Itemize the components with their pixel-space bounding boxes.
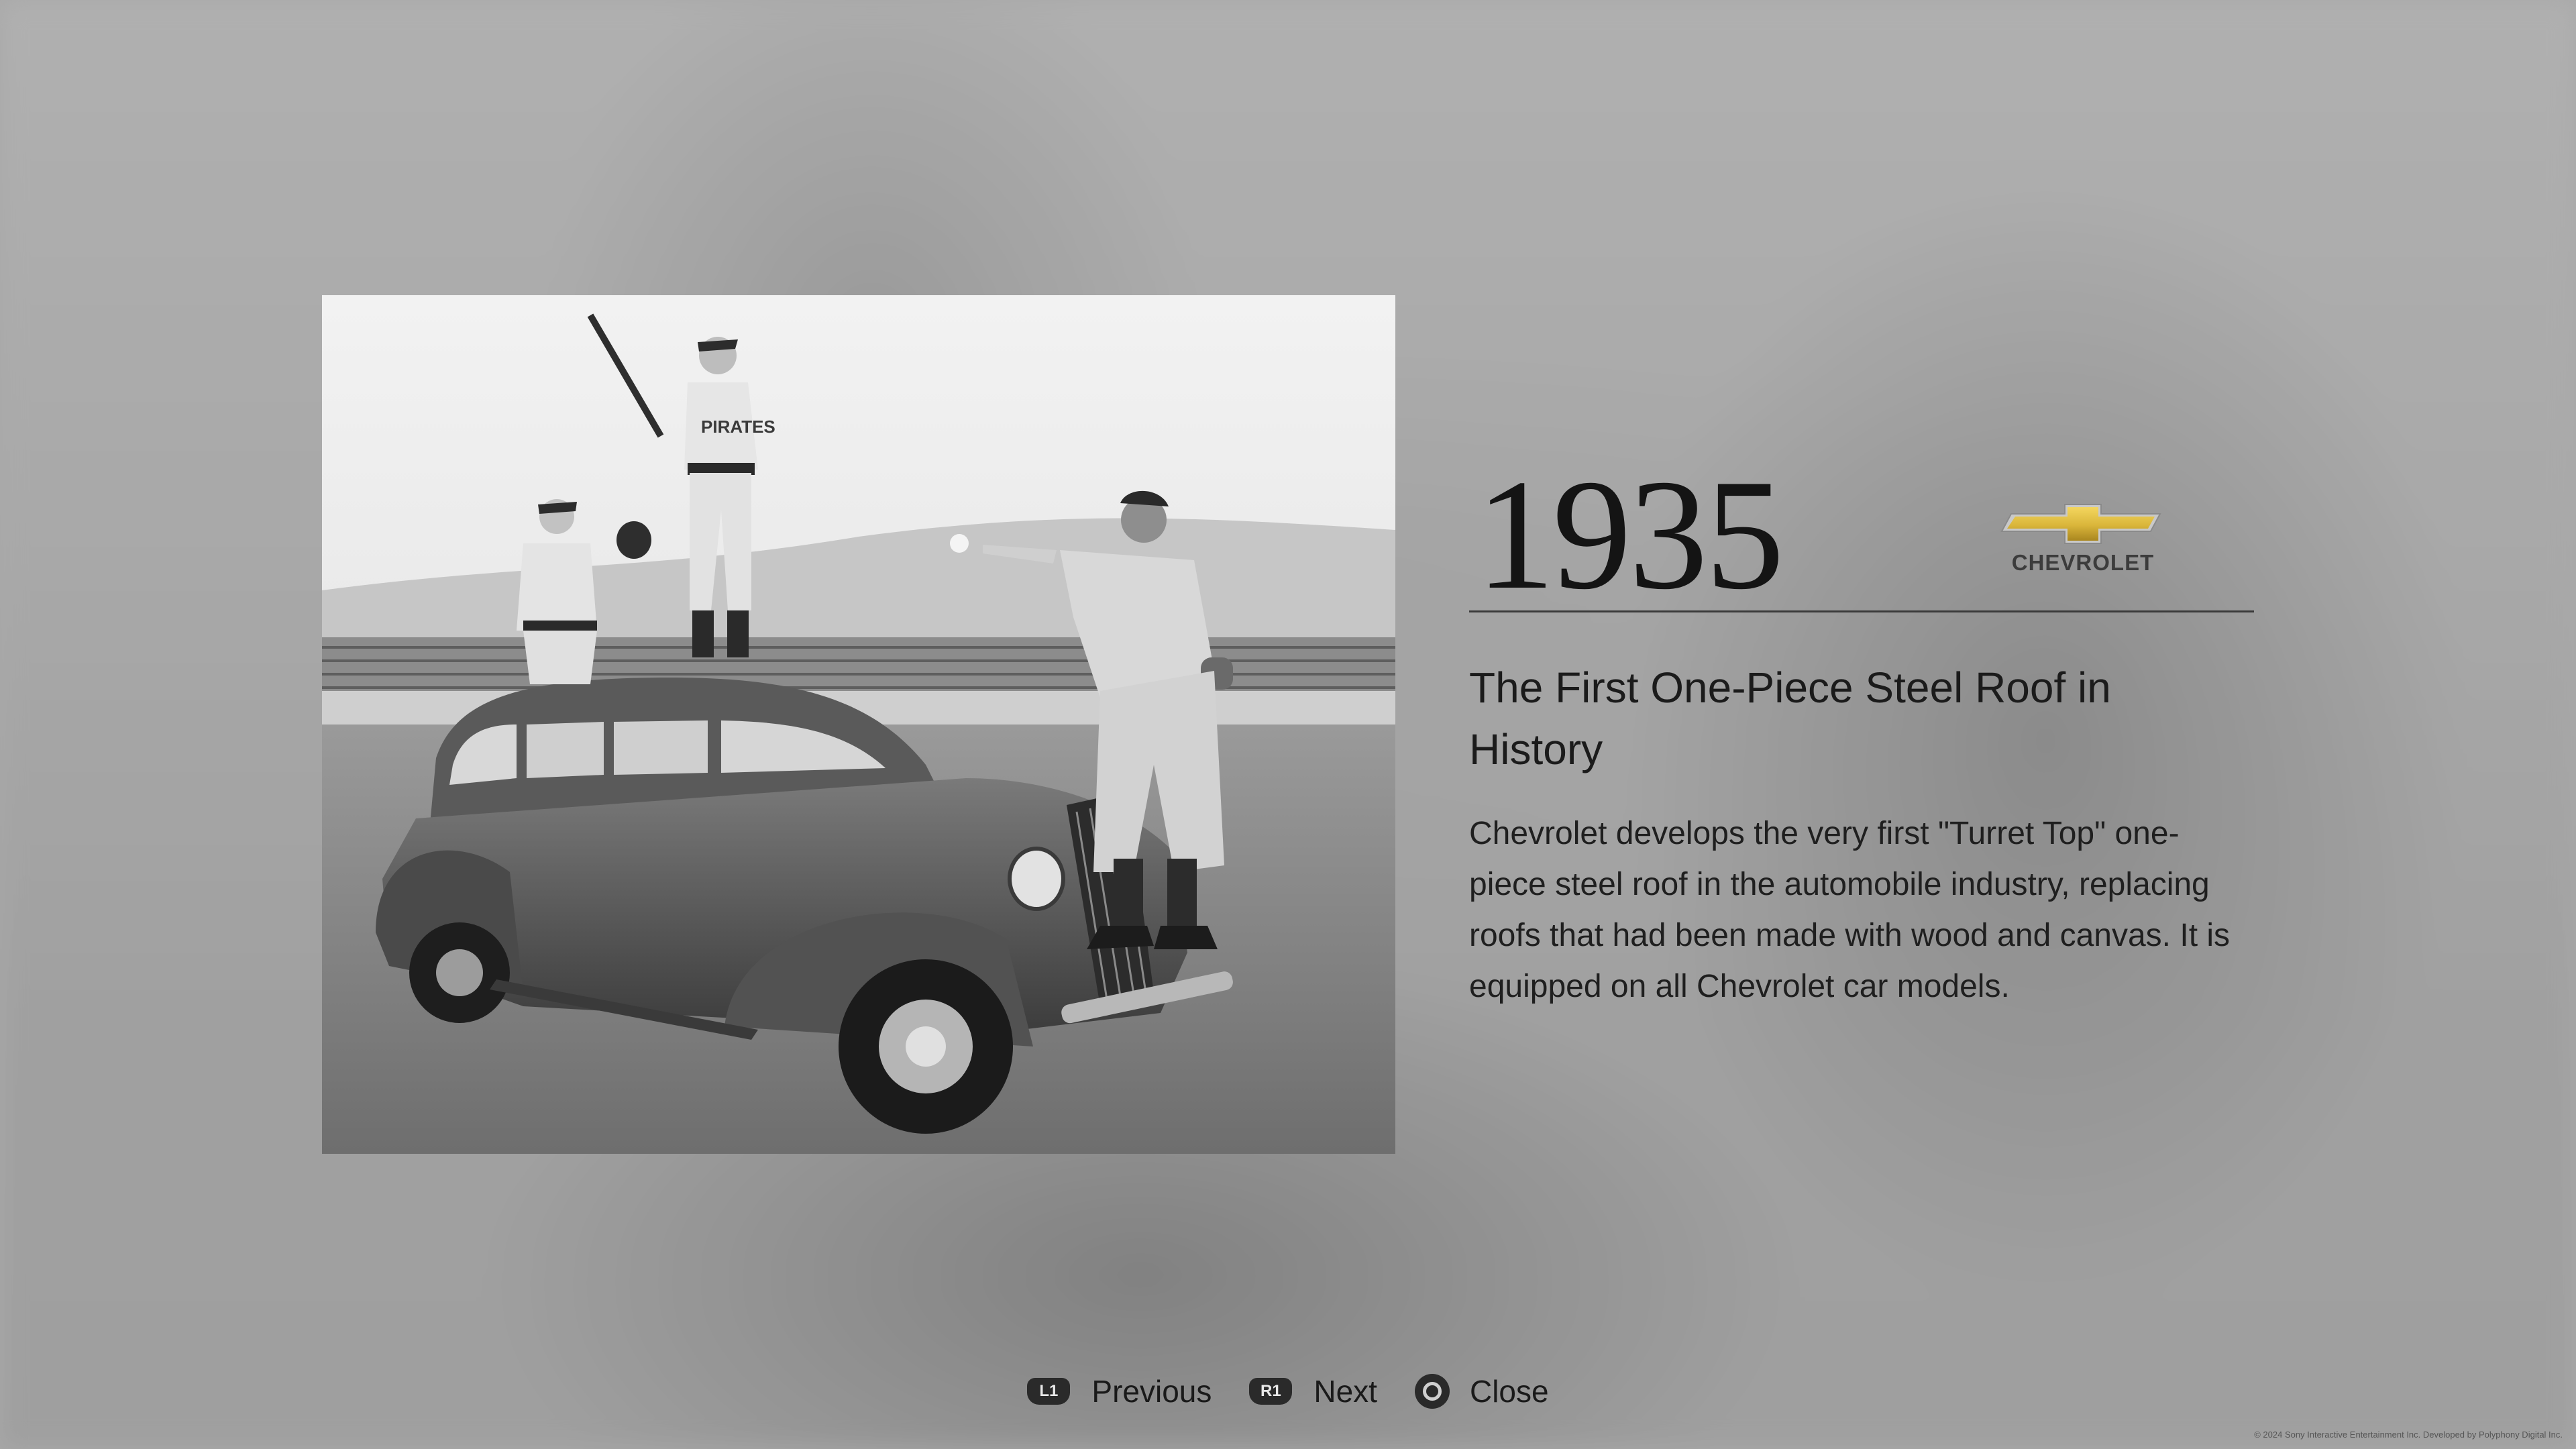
l1-button-icon: L1 — [1027, 1378, 1071, 1405]
info-panel: 1935 CHEVROLET The First One-Piece Steel… — [1469, 456, 2254, 1012]
close-button[interactable]: Close — [1414, 1373, 1549, 1409]
entry-description: Chevrolet develops the very first "Turre… — [1469, 816, 2231, 1004]
brand-name: CHEVROLET — [2011, 550, 2155, 575]
museum-entry-screen: PIRATES 1935 CHEVROLET The First One-Pie… — [0, 0, 2576, 1449]
next-button[interactable]: R1 Next — [1249, 1373, 1377, 1409]
jersey-text: PIRATES — [701, 417, 775, 437]
previous-label: Previous — [1091, 1374, 1212, 1409]
entry-title: The First One-Piece Steel Roof in Histor… — [1469, 663, 2111, 773]
close-label: Close — [1469, 1374, 1549, 1409]
previous-button[interactable]: L1 Previous — [1027, 1373, 1212, 1409]
next-label: Next — [1313, 1374, 1377, 1409]
year-header: 1935 CHEVROLET — [1469, 447, 2254, 623]
year-label: 1935 — [1476, 447, 1784, 623]
copyright-text: © 2024 Sony Interactive Entertainment In… — [2254, 1430, 2563, 1440]
chevrolet-bowtie-icon — [2000, 504, 2161, 544]
brand-logo: CHEVROLET — [1999, 502, 2167, 576]
photo-illustration: PIRATES — [322, 295, 1395, 1154]
circle-button-icon — [1414, 1374, 1450, 1409]
r1-button-icon: R1 — [1249, 1378, 1293, 1405]
controls-bar: L1 Previous R1 Next Close — [0, 1371, 2576, 1411]
historical-photo: PIRATES — [322, 295, 1395, 1154]
